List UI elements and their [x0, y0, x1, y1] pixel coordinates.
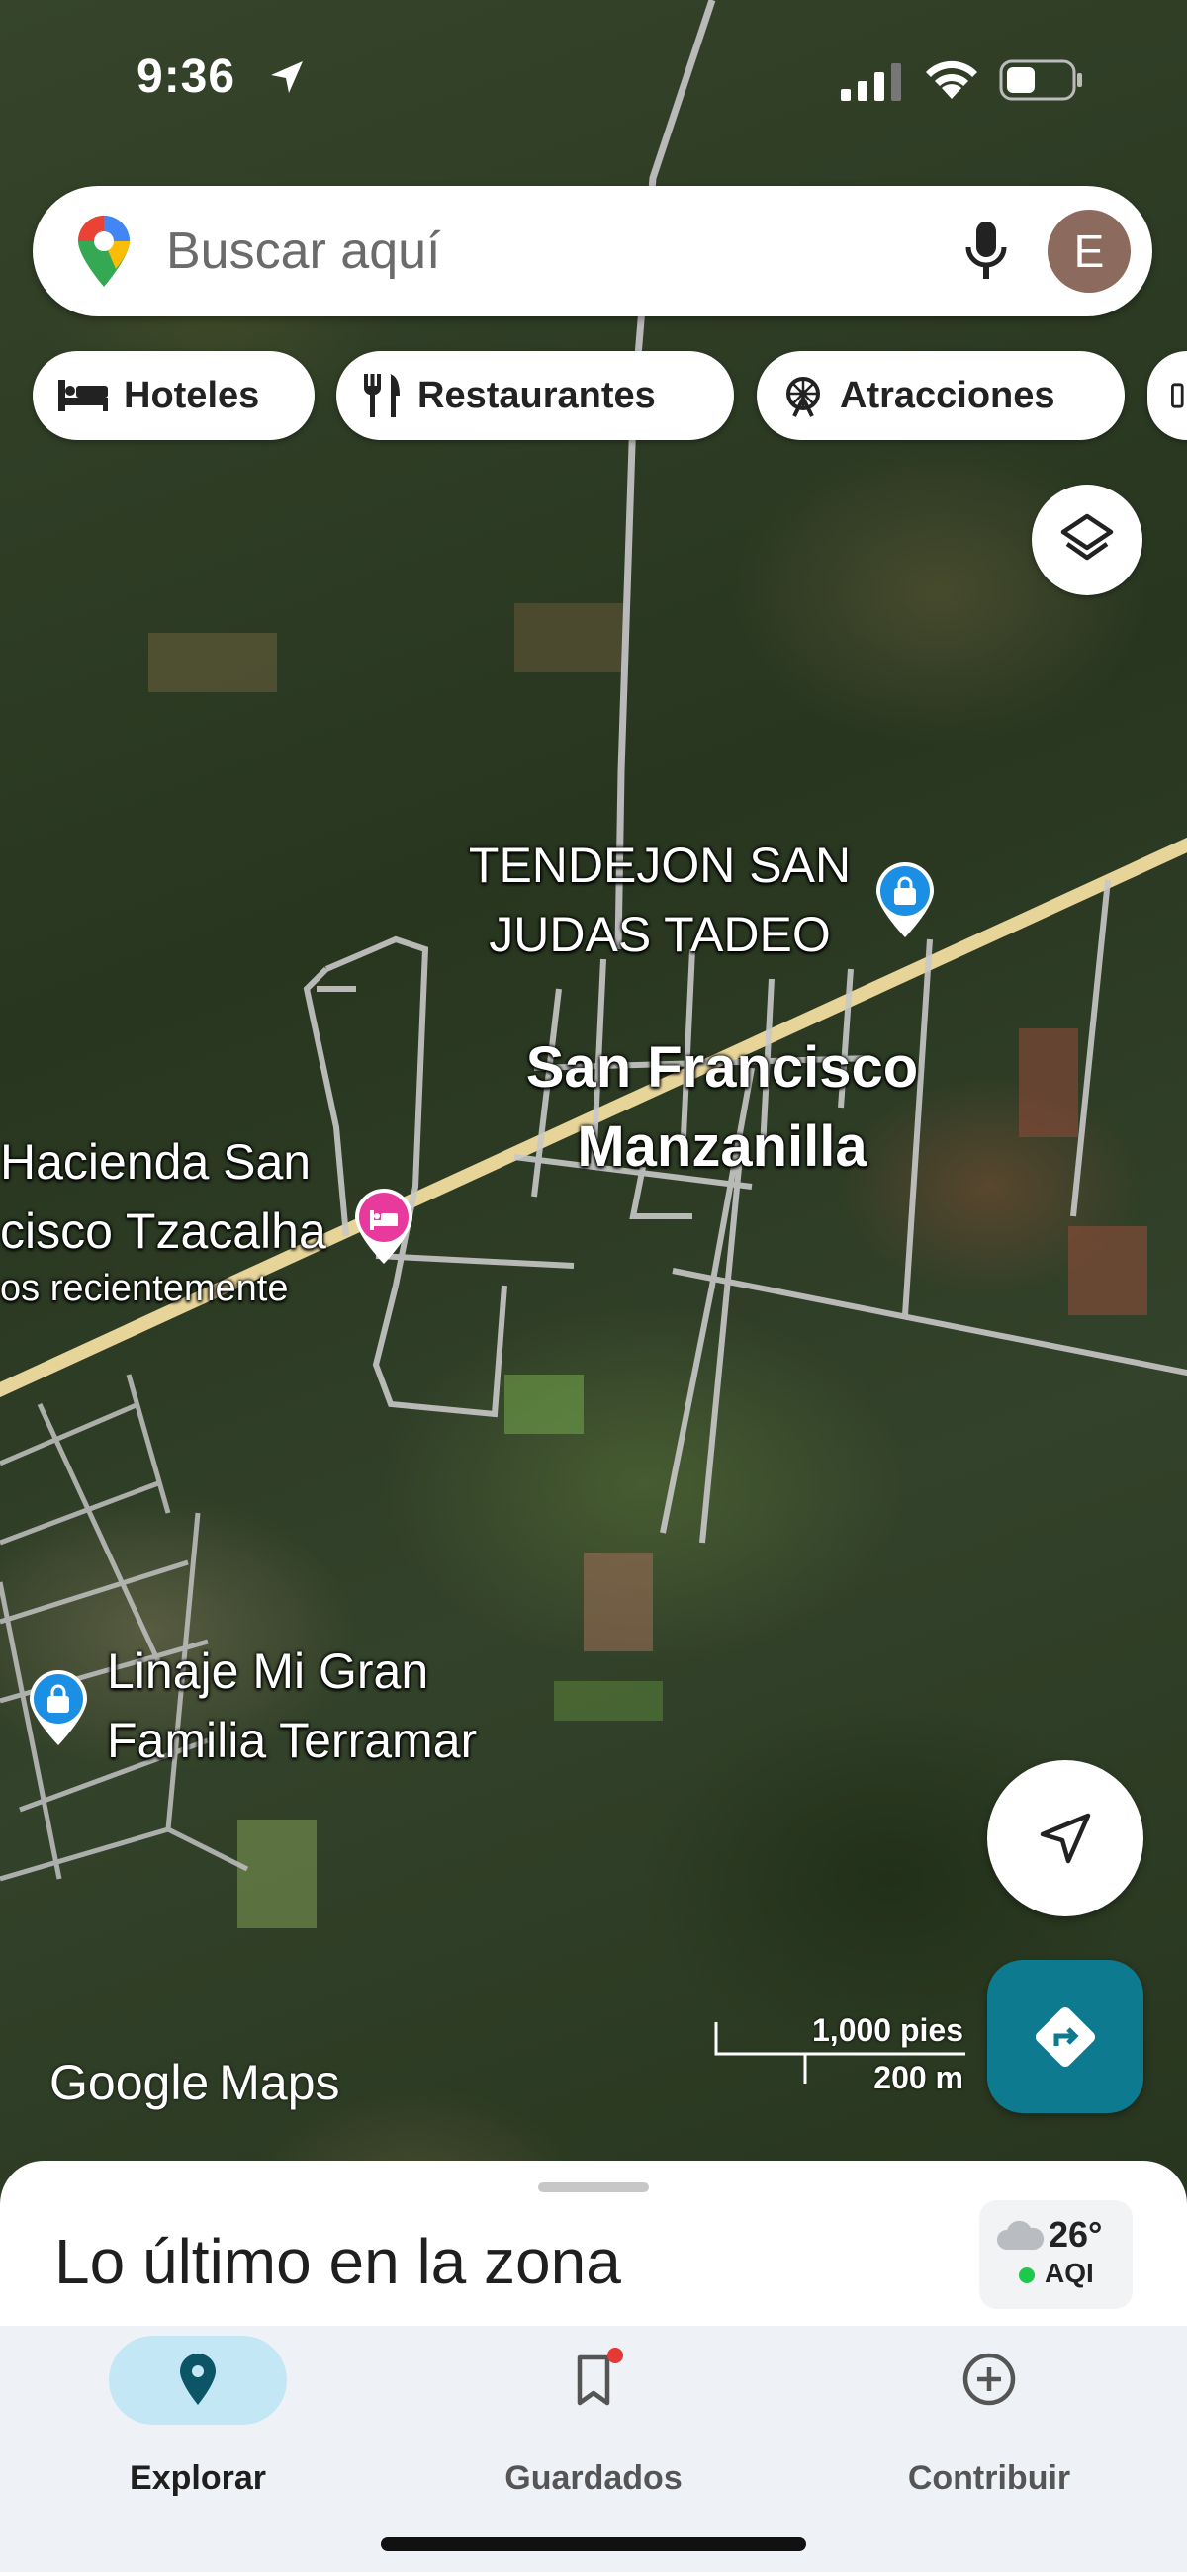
nav-contribuir[interactable]: Contribuir — [791, 2326, 1187, 2524]
home-indicator[interactable] — [381, 2537, 806, 2551]
chip-atracciones[interactable]: Atracciones — [757, 351, 1125, 440]
poi-label-hacienda[interactable]: Hacienda San cisco Tzacalha os recientem… — [0, 1127, 326, 1311]
poi-label-line: Linaje Mi Gran — [107, 1643, 429, 1699]
directions-button[interactable] — [987, 1960, 1143, 2113]
scale-bar: 1,000 pies 200 m — [712, 2012, 969, 2101]
location-arrow-icon — [271, 61, 303, 93]
nav-explorar[interactable]: Explorar — [0, 2326, 396, 2524]
scale-imperial: 1,000 pies — [812, 2012, 963, 2048]
google-maps-pin-icon — [78, 216, 130, 287]
ferris-wheel-icon — [786, 377, 820, 417]
poi-label-linaje[interactable]: Linaje Mi Gran Familia Terramar — [107, 1637, 477, 1775]
place-label-line: San Francisco — [525, 1035, 919, 1100]
nav-guardados[interactable]: Guardados — [396, 2326, 791, 2524]
sheet-title: Lo último en la zona — [54, 2226, 621, 2297]
google-maps-logo: Google Maps — [49, 2054, 340, 2111]
bed-icon — [58, 380, 108, 411]
cloud-icon — [997, 2220, 1045, 2250]
layers-button[interactable] — [1032, 485, 1142, 595]
poi-label-line: TENDEJON SAN — [468, 838, 852, 893]
directions-icon — [1035, 2006, 1096, 2068]
place-label-san-francisco-manzanilla[interactable]: San Francisco Manzanilla — [495, 1028, 950, 1187]
scale-metric: 200 m — [873, 2060, 963, 2095]
chip-label: Restaurantes — [417, 374, 656, 416]
aqi-label: AQI — [1045, 2258, 1094, 2288]
battery-icon — [999, 59, 1082, 101]
poi-label-tendejon[interactable]: TENDEJON SAN JUDAS TADEO — [457, 831, 863, 969]
poi-label-subtitle: os recientemente — [0, 1268, 289, 1309]
fork-knife-icon — [363, 374, 400, 417]
notification-dot — [607, 2348, 623, 2363]
location-pin-icon — [180, 2354, 216, 2405]
wifi-icon — [926, 60, 977, 99]
navigation-arrow-icon — [1040, 1813, 1091, 1864]
nav-label: Contribuir — [907, 2459, 1071, 2497]
layers-icon — [1060, 513, 1114, 561]
chip-label: Hoteles — [124, 374, 260, 416]
nav-label: Guardados — [504, 2459, 683, 2497]
signal-icon — [841, 63, 901, 101]
weather-temperature: 26° — [1049, 2214, 1103, 2255]
nav-label: Explorar — [130, 2459, 266, 2497]
chip-label: Atracciones — [840, 374, 1055, 416]
avatar[interactable]: E — [1048, 210, 1131, 293]
poi-label-line: Hacienda San — [0, 1134, 312, 1190]
poi-label-line: JUDAS TADEO — [489, 907, 831, 962]
logo-maps: Maps — [219, 2055, 340, 2110]
poi-label-line: cisco Tzacalha — [0, 1203, 326, 1259]
weather-badge[interactable]: 26° AQI — [979, 2200, 1133, 2309]
add-circle-icon — [962, 2353, 1016, 2406]
status-time: 9:36 — [137, 50, 236, 103]
bottom-navigation: Explorar Guardados Contribuir — [0, 2326, 1187, 2572]
aqi-status-dot — [1019, 2267, 1035, 2283]
search-input[interactable]: Buscar aquí — [166, 222, 441, 281]
chip-restaurantes[interactable]: Restaurantes — [336, 351, 734, 440]
chip-hoteles[interactable]: Hoteles — [33, 351, 315, 440]
chip-partial-icon — [1171, 383, 1184, 408]
logo-google: Google — [49, 2055, 210, 2110]
status-bar: 9:36 — [0, 0, 1187, 158]
my-location-button[interactable] — [987, 1760, 1143, 1916]
poi-label-line: Familia Terramar — [107, 1713, 478, 1768]
microphone-icon[interactable] — [960, 220, 1012, 283]
search-bar[interactable]: Buscar aquí E — [33, 186, 1152, 316]
place-label-line: Manzanilla — [577, 1114, 867, 1179]
sheet-drag-handle[interactable] — [538, 2182, 649, 2192]
